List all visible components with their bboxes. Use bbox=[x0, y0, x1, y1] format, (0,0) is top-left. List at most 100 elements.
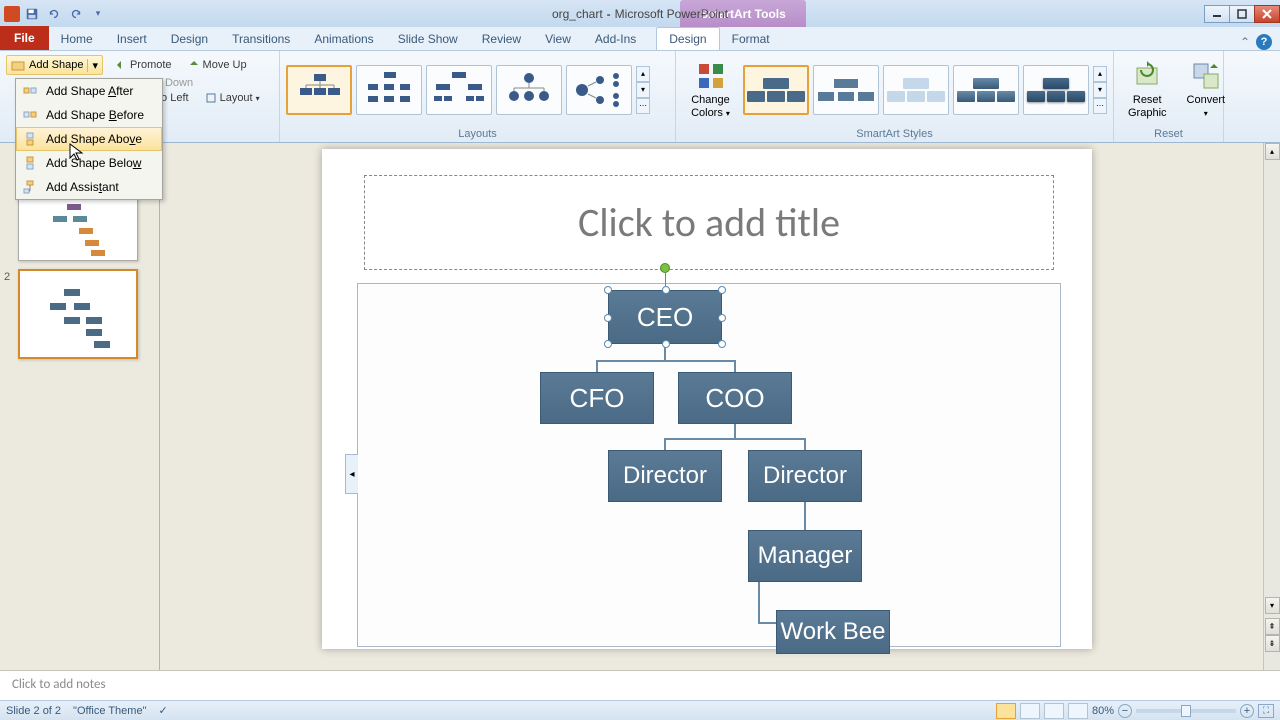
slideshow-view-button[interactable] bbox=[1068, 703, 1088, 719]
layout-option-3[interactable] bbox=[426, 65, 492, 115]
tab-addins[interactable]: Add-Ins bbox=[583, 28, 648, 50]
sorter-view-button[interactable] bbox=[1020, 703, 1040, 719]
style-option-2[interactable] bbox=[813, 65, 879, 115]
slide-editor[interactable]: Click to add title ◂ CEO bbox=[160, 143, 1280, 670]
minimize-button[interactable] bbox=[1204, 5, 1230, 23]
move-up-button[interactable]: Move Up bbox=[184, 58, 251, 72]
next-slide-button[interactable]: ⇟ bbox=[1265, 635, 1280, 652]
convert-button[interactable]: Convert ▾ bbox=[1179, 56, 1234, 122]
text-pane-toggle[interactable]: ◂ bbox=[345, 454, 358, 494]
style-option-5[interactable] bbox=[1023, 65, 1089, 115]
connector bbox=[758, 622, 778, 624]
tab-animations[interactable]: Animations bbox=[302, 28, 385, 50]
layouts-scroll-up[interactable]: ▴ bbox=[636, 66, 650, 82]
vertical-scrollbar[interactable]: ▴ ▾ ⇞ ⇟ bbox=[1263, 143, 1280, 670]
connector bbox=[734, 424, 736, 438]
menu-add-shape-after[interactable]: Add Shape After bbox=[16, 79, 162, 103]
ribbon-tabs: File Home Insert Design Transitions Anim… bbox=[0, 27, 1280, 51]
zoom-level[interactable]: 80% bbox=[1092, 705, 1114, 717]
org-node-workbee[interactable]: Work Bee bbox=[776, 610, 890, 654]
maximize-button[interactable] bbox=[1229, 5, 1255, 23]
slide-thumb-1[interactable] bbox=[18, 195, 138, 261]
tab-design[interactable]: Design bbox=[159, 28, 220, 50]
zoom-slider-thumb[interactable] bbox=[1181, 705, 1191, 717]
org-node-manager[interactable]: Manager bbox=[748, 530, 862, 582]
selection-handle[interactable] bbox=[604, 314, 612, 322]
layouts-scroll-down[interactable]: ▾ bbox=[636, 82, 650, 98]
change-colors-button[interactable]: Change Colors ▾ bbox=[682, 56, 739, 122]
tab-slideshow[interactable]: Slide Show bbox=[386, 28, 470, 50]
promote-button[interactable]: Promote bbox=[111, 58, 176, 72]
spell-check-icon[interactable]: ✓ bbox=[158, 704, 167, 717]
prev-slide-button[interactable]: ⇞ bbox=[1265, 618, 1280, 635]
styles-scroll-down[interactable]: ▾ bbox=[1093, 82, 1107, 98]
zoom-out-button[interactable]: − bbox=[1118, 704, 1132, 718]
save-button[interactable] bbox=[22, 4, 42, 24]
help-button[interactable]: ? bbox=[1256, 34, 1272, 50]
reading-view-button[interactable] bbox=[1044, 703, 1064, 719]
notes-pane[interactable]: Click to add notes bbox=[0, 670, 1280, 700]
undo-button[interactable] bbox=[44, 4, 64, 24]
redo-button[interactable] bbox=[66, 4, 86, 24]
reset-graphic-button[interactable]: Reset Graphic bbox=[1120, 56, 1175, 122]
selection-handle[interactable] bbox=[662, 286, 670, 294]
layout-option-5[interactable] bbox=[566, 65, 632, 115]
selection-handle[interactable] bbox=[662, 340, 670, 348]
tab-home[interactable]: Home bbox=[49, 28, 105, 50]
layout-button[interactable]: Layout ▾ bbox=[201, 91, 264, 105]
menu-add-shape-below[interactable]: Add Shape Below bbox=[16, 151, 162, 175]
tab-review[interactable]: Review bbox=[470, 28, 533, 50]
org-node-director-1[interactable]: Director bbox=[608, 450, 722, 502]
menu-add-shape-before[interactable]: Add Shape Before bbox=[16, 103, 162, 127]
org-node-director-2[interactable]: Director bbox=[748, 450, 862, 502]
smartart-container[interactable]: ◂ CEO bbox=[357, 283, 1061, 647]
tab-view[interactable]: View bbox=[533, 28, 583, 50]
minimize-ribbon-icon[interactable]: ⌃ bbox=[1240, 35, 1250, 49]
selection-handle[interactable] bbox=[718, 286, 726, 294]
reset-group-label: Reset bbox=[1120, 126, 1217, 142]
scroll-up-button[interactable]: ▴ bbox=[1265, 143, 1280, 160]
zoom-slider[interactable] bbox=[1136, 709, 1236, 713]
layouts-more-button[interactable]: ⋯ bbox=[636, 98, 650, 114]
org-node-cfo[interactable]: CFO bbox=[540, 372, 654, 424]
selection-handle[interactable] bbox=[718, 314, 726, 322]
arrow-up-icon bbox=[188, 59, 200, 71]
zoom-in-button[interactable]: + bbox=[1240, 704, 1254, 718]
promote-icon bbox=[115, 59, 127, 71]
tab-smartart-format[interactable]: Format bbox=[720, 28, 782, 50]
convert-icon bbox=[1190, 60, 1222, 92]
slide-panel: 2 bbox=[0, 143, 160, 670]
menu-add-assistant[interactable]: Add Assistant bbox=[16, 175, 162, 199]
title-placeholder[interactable]: Click to add title bbox=[364, 175, 1054, 270]
layout-option-4[interactable] bbox=[496, 65, 562, 115]
close-button[interactable] bbox=[1254, 5, 1280, 23]
org-node-coo[interactable]: COO bbox=[678, 372, 792, 424]
selection-handle[interactable] bbox=[718, 340, 726, 348]
add-shape-button[interactable]: Add Shape ▾ bbox=[6, 55, 103, 75]
org-node-ceo[interactable]: CEO bbox=[608, 290, 722, 344]
slide-thumb-2[interactable] bbox=[18, 269, 138, 359]
layout-option-2[interactable] bbox=[356, 65, 422, 115]
add-below-icon bbox=[22, 155, 38, 171]
qat-customize-button[interactable]: ▾ bbox=[88, 4, 108, 24]
app-name: Microsoft PowerPoint bbox=[615, 7, 728, 21]
layout-option-1[interactable] bbox=[286, 65, 352, 115]
styles-scroll-up[interactable]: ▴ bbox=[1093, 66, 1107, 82]
style-option-4[interactable] bbox=[953, 65, 1019, 115]
scroll-down-button[interactable]: ▾ bbox=[1265, 597, 1280, 614]
menu-add-shape-above[interactable]: Add Shape Above bbox=[16, 127, 162, 151]
tab-insert[interactable]: Insert bbox=[105, 28, 159, 50]
chevron-down-icon: ▾ bbox=[256, 94, 260, 103]
normal-view-button[interactable] bbox=[996, 703, 1016, 719]
style-option-1[interactable] bbox=[743, 65, 809, 115]
tab-smartart-design[interactable]: Design bbox=[656, 27, 719, 50]
selection-handle[interactable] bbox=[604, 286, 612, 294]
selection-handle[interactable] bbox=[604, 340, 612, 348]
tab-file[interactable]: File bbox=[0, 26, 49, 50]
styles-more-button[interactable]: ⋯ bbox=[1093, 98, 1107, 114]
fit-to-window-button[interactable]: ⛶ bbox=[1258, 704, 1274, 718]
slide-canvas[interactable]: Click to add title ◂ CEO bbox=[322, 149, 1092, 649]
style-option-3[interactable] bbox=[883, 65, 949, 115]
tab-transitions[interactable]: Transitions bbox=[220, 28, 302, 50]
rotation-handle[interactable] bbox=[660, 263, 670, 273]
